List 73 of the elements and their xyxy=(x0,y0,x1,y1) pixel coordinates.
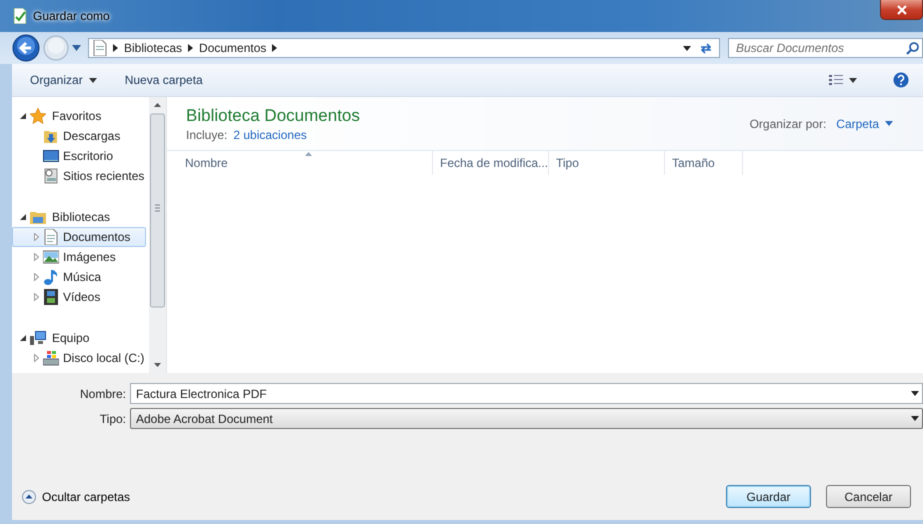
new-folder-button[interactable]: Nueva carpeta xyxy=(118,70,209,90)
drive-icon xyxy=(43,350,59,366)
arrange-by-dropdown[interactable]: Carpeta xyxy=(836,116,893,130)
back-button[interactable] xyxy=(12,34,40,62)
help-icon[interactable] xyxy=(893,72,909,88)
computer-icon xyxy=(30,330,46,346)
chevron-icon xyxy=(113,44,118,52)
collapsed-arrow-icon xyxy=(34,253,39,261)
sort-arrow-icon xyxy=(305,152,312,156)
sidebar-item[interactable]: Música xyxy=(12,267,146,287)
breadcrumb[interactable]: Documentos xyxy=(199,41,266,55)
search-icon[interactable] xyxy=(906,42,919,54)
includes-label: Incluye: xyxy=(186,128,228,142)
address-bar[interactable]: Bibliotecas Documentos xyxy=(88,38,720,58)
downloads-folder-icon xyxy=(43,128,59,144)
dropdown-caret-icon xyxy=(683,46,691,50)
breadcrumb[interactable]: Bibliotecas xyxy=(124,41,182,55)
hide-folders-button[interactable]: Ocultar carpetas xyxy=(22,490,130,504)
film-strip-icon xyxy=(43,289,59,305)
collapsed-arrow-icon xyxy=(34,293,39,301)
caret-icon xyxy=(885,121,893,126)
close-button[interactable] xyxy=(880,0,923,20)
collapse-icon xyxy=(22,490,36,504)
library-folder-icon xyxy=(30,209,46,225)
search-field[interactable]: Buscar Documentos xyxy=(728,38,923,58)
history-dropdown-icon[interactable] xyxy=(72,45,81,51)
image-icon xyxy=(43,249,59,265)
scrollbar[interactable] xyxy=(149,97,166,373)
caret-icon xyxy=(88,78,97,82)
sidebar-item[interactable]: Escritorio xyxy=(12,146,146,166)
column-header[interactable]: Nombre xyxy=(178,151,433,175)
dropdown-caret-icon xyxy=(911,416,919,421)
organize-menu[interactable]: Organizar xyxy=(24,70,103,90)
list-view-icon xyxy=(829,75,843,85)
collapsed-arrow-icon xyxy=(34,354,39,362)
cancel-button[interactable]: Cancelar xyxy=(826,485,911,508)
chevron-icon xyxy=(188,44,194,52)
star-icon xyxy=(30,108,46,124)
chevron-icon xyxy=(272,44,278,52)
sidebar-item[interactable]: Favoritos xyxy=(12,106,146,126)
caret-icon xyxy=(849,78,857,82)
type-dropdown[interactable]: Adobe Acrobat Document xyxy=(130,408,923,429)
save-document-icon xyxy=(12,8,28,24)
collapsed-arrow-icon xyxy=(34,233,39,241)
dropdown-caret-icon xyxy=(911,391,919,396)
locations-link[interactable]: 2 ubicaciones xyxy=(233,128,307,142)
field-label: Tipo: xyxy=(98,412,127,426)
save-button[interactable]: Guardar xyxy=(726,485,811,508)
column-header[interactable]: Fecha de modifica... xyxy=(433,151,549,175)
arrange-by-label: Organizar por: xyxy=(750,116,826,130)
document-icon xyxy=(43,229,59,245)
sidebar-item[interactable]: Disco local (C:) xyxy=(12,348,146,368)
collapsed-arrow-icon xyxy=(34,273,39,281)
field-label: Nombre: xyxy=(78,386,127,400)
desktop-icon xyxy=(43,148,59,164)
sidebar-item[interactable]: Bibliotecas xyxy=(12,207,146,227)
music-note-icon xyxy=(43,269,59,285)
column-header[interactable]: Tamaño xyxy=(665,151,743,175)
expanded-arrow-icon xyxy=(20,335,26,341)
close-icon xyxy=(896,4,906,14)
expanded-arrow-icon xyxy=(20,113,26,119)
sidebar-item[interactable]: Equipo xyxy=(12,328,146,348)
library-title: Biblioteca Documentos xyxy=(186,106,361,126)
filename-field[interactable]: Factura Electronica PDF xyxy=(130,383,923,404)
column-header[interactable]: Tipo xyxy=(549,151,665,175)
sidebar-item[interactable]: Imágenes xyxy=(12,247,146,267)
expanded-arrow-icon xyxy=(20,214,26,220)
sidebar-item[interactable]: Sitios recientes xyxy=(12,166,146,186)
document-icon xyxy=(93,40,107,56)
sidebar-item[interactable]: Descargas xyxy=(12,126,146,146)
sidebar-item[interactable]: Vídeos xyxy=(12,287,146,307)
window-title: Guardar como xyxy=(33,9,110,23)
sidebar-item[interactable]: Documentos xyxy=(12,227,146,247)
